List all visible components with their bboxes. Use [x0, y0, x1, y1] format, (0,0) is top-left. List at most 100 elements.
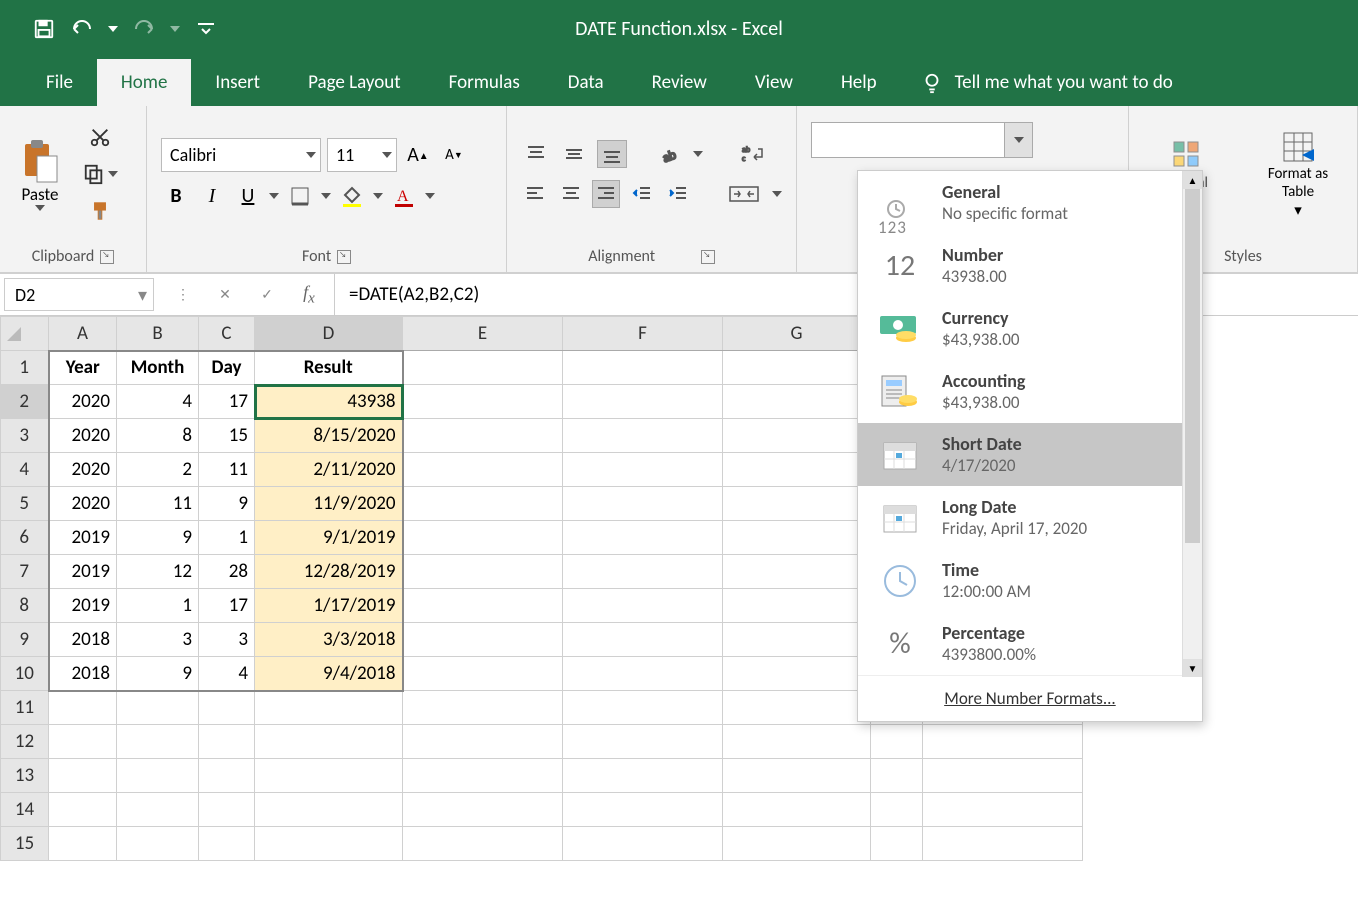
cell-D1[interactable]: Result [255, 351, 403, 385]
tab-file[interactable]: File [22, 59, 97, 106]
cell-D6[interactable]: 9/1/2019 [255, 521, 403, 555]
column-header-A[interactable]: A [49, 317, 117, 351]
cell-K12[interactable] [923, 725, 1083, 759]
cell-G2[interactable] [723, 385, 871, 419]
cell-D7[interactable]: 12/28/2019 [255, 555, 403, 589]
copy-button[interactable] [80, 159, 120, 189]
format-option-general[interactable]: 123 General No specific format [858, 171, 1202, 234]
cell-G12[interactable] [723, 725, 871, 759]
paste-dropdown-icon[interactable] [35, 205, 45, 211]
cell-E11[interactable] [403, 691, 563, 725]
cell-F14[interactable] [563, 793, 723, 827]
cell-C5[interactable]: 9 [199, 487, 255, 521]
cell-C10[interactable]: 4 [199, 657, 255, 691]
merge-dropdown-icon[interactable] [772, 191, 782, 197]
cell-F3[interactable] [563, 419, 723, 453]
cell-C15[interactable] [199, 827, 255, 861]
italic-button[interactable]: I [197, 182, 227, 210]
tab-formulas[interactable]: Formulas [425, 59, 544, 106]
fill-color-button[interactable] [337, 182, 367, 210]
row-header-10[interactable]: 10 [1, 657, 49, 691]
cell-F2[interactable] [563, 385, 723, 419]
cell-D2[interactable]: 43938 [255, 385, 403, 419]
cell-B9[interactable]: 3 [117, 623, 199, 657]
align-bottom-button[interactable] [597, 140, 627, 168]
number-format-combo[interactable] [811, 122, 1033, 158]
cell-C13[interactable] [199, 759, 255, 793]
cell-A11[interactable] [49, 691, 117, 725]
alignment-dialog-launcher[interactable] [701, 250, 715, 264]
redo-icon[interactable] [132, 17, 156, 41]
formula-options-icon[interactable]: ⋮ [166, 278, 200, 312]
cell-E5[interactable] [403, 487, 563, 521]
merge-center-button[interactable] [724, 180, 764, 208]
scroll-down-icon[interactable]: ▼ [1183, 659, 1202, 677]
cell-F13[interactable] [563, 759, 723, 793]
cell-F11[interactable] [563, 691, 723, 725]
cell-G7[interactable] [723, 555, 871, 589]
cell-E12[interactable] [403, 725, 563, 759]
qat-customize-icon[interactable] [194, 17, 218, 41]
row-header-1[interactable]: 1 [1, 351, 49, 385]
font-name-combo[interactable]: Calibri [161, 138, 321, 172]
tab-help[interactable]: Help [817, 59, 901, 106]
cell-B7[interactable]: 12 [117, 555, 199, 589]
row-header-2[interactable]: 2 [1, 385, 49, 419]
tab-insert[interactable]: Insert [191, 59, 284, 106]
cell-D13[interactable] [255, 759, 403, 793]
cell-G3[interactable] [723, 419, 871, 453]
borders-button[interactable] [285, 182, 315, 210]
cell-B13[interactable] [117, 759, 199, 793]
column-header-E[interactable]: E [403, 317, 563, 351]
cell-K15[interactable] [923, 827, 1083, 861]
cancel-formula-button[interactable]: ✕ [208, 278, 242, 312]
cell-E2[interactable] [403, 385, 563, 419]
wrap-text-button[interactable]: abc [737, 140, 767, 168]
cell-C7[interactable]: 28 [199, 555, 255, 589]
cell-B12[interactable] [117, 725, 199, 759]
cell-D5[interactable]: 11/9/2020 [255, 487, 403, 521]
cell-E14[interactable] [403, 793, 563, 827]
cell-B8[interactable]: 1 [117, 589, 199, 623]
orientation-dropdown-icon[interactable] [693, 151, 703, 157]
cell-A3[interactable]: 2020 [49, 419, 117, 453]
increase-indent-button[interactable] [664, 180, 692, 208]
cell-F9[interactable] [563, 623, 723, 657]
cell-C6[interactable]: 1 [199, 521, 255, 555]
undo-dropdown-icon[interactable] [108, 26, 118, 32]
cell-D4[interactable]: 2/11/2020 [255, 453, 403, 487]
cell-A1[interactable]: Year [49, 351, 117, 385]
cell-B15[interactable] [117, 827, 199, 861]
align-right-button[interactable] [592, 180, 620, 208]
decrease-font-button[interactable]: A▼ [439, 141, 469, 169]
cell-C4[interactable]: 11 [199, 453, 255, 487]
cell-D10[interactable]: 9/4/2018 [255, 657, 403, 691]
cell-E7[interactable] [403, 555, 563, 589]
cell-E6[interactable] [403, 521, 563, 555]
row-header-12[interactable]: 12 [1, 725, 49, 759]
cell-B2[interactable]: 4 [117, 385, 199, 419]
font-dialog-launcher[interactable] [337, 250, 351, 264]
cell-D12[interactable] [255, 725, 403, 759]
cell-B11[interactable] [117, 691, 199, 725]
cell-14[interactable] [871, 793, 923, 827]
align-center-button[interactable] [557, 180, 585, 208]
cell-A2[interactable]: 2020 [49, 385, 117, 419]
cell-C3[interactable]: 15 [199, 419, 255, 453]
cell-E1[interactable] [403, 351, 563, 385]
tell-me[interactable]: Tell me what you want to do [901, 59, 1193, 106]
orientation-button[interactable]: ab [655, 140, 685, 168]
cell-F8[interactable] [563, 589, 723, 623]
format-option-short-date[interactable]: Short Date 4/17/2020 [858, 423, 1202, 486]
row-header-7[interactable]: 7 [1, 555, 49, 589]
cell-C9[interactable]: 3 [199, 623, 255, 657]
format-option-percentage[interactable]: % Percentage 4393800.00% [858, 612, 1202, 675]
cell-A6[interactable]: 2019 [49, 521, 117, 555]
row-header-14[interactable]: 14 [1, 793, 49, 827]
number-format-dropdown-button[interactable] [1004, 123, 1032, 157]
cell-A7[interactable]: 2019 [49, 555, 117, 589]
cell-A9[interactable]: 2018 [49, 623, 117, 657]
row-header-11[interactable]: 11 [1, 691, 49, 725]
column-header-G[interactable]: G [723, 317, 871, 351]
cell-G13[interactable] [723, 759, 871, 793]
